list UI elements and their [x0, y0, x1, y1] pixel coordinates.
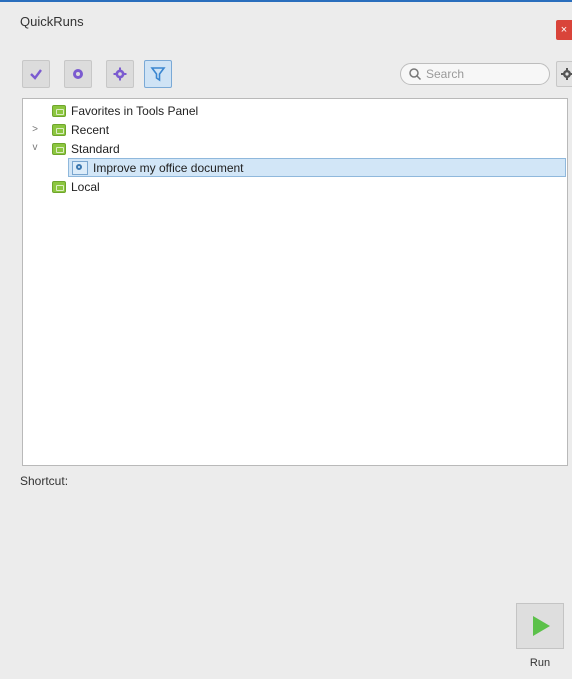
play-icon	[533, 616, 550, 636]
toolbar	[22, 60, 572, 90]
close-icon: ×	[560, 24, 568, 36]
search-icon	[409, 68, 422, 81]
tree-item-standard[interactable]: Standard	[52, 140, 120, 158]
title-bar: QuickRuns ×	[0, 2, 572, 40]
checkmark-icon	[30, 69, 42, 80]
tree-item-improve-document[interactable]: Improve my office document	[72, 159, 244, 177]
window-title: QuickRuns	[20, 14, 84, 29]
circle-button[interactable]	[64, 60, 92, 88]
gear-dropdown-icon	[561, 68, 572, 80]
folder-icon	[52, 105, 66, 117]
folder-icon	[52, 181, 66, 193]
settings-button[interactable]	[106, 60, 134, 88]
search-input[interactable]	[424, 66, 538, 82]
tree-item-recent[interactable]: Recent	[52, 121, 109, 139]
shortcut-label: Shortcut:	[20, 474, 69, 488]
tree-item-local[interactable]: Local	[52, 178, 100, 196]
run-label: Run	[529, 657, 551, 669]
folder-icon	[52, 124, 66, 136]
chevron-down-icon[interactable]: v	[30, 142, 40, 153]
filter-button[interactable]	[144, 60, 172, 88]
document-icon	[72, 161, 88, 175]
folder-icon	[52, 143, 66, 155]
gear-icon	[113, 67, 127, 81]
search-box[interactable]	[400, 63, 550, 85]
close-button[interactable]: ×	[556, 20, 572, 40]
options-dropdown-button[interactable]	[556, 61, 572, 87]
circle-icon	[73, 69, 83, 79]
filter-icon	[150, 67, 166, 82]
checkmark-button[interactable]	[22, 60, 50, 88]
tree-item-favorites[interactable]: Favorites in Tools Panel	[52, 102, 198, 120]
quickruns-tree[interactable]: Favorites in Tools Panel > Recent v Stan…	[22, 98, 568, 466]
quickruns-window: QuickRuns × Search Favorites in Tools Pa…	[0, 0, 572, 679]
run-button[interactable]	[516, 603, 564, 649]
chevron-right-icon[interactable]: >	[30, 124, 40, 135]
